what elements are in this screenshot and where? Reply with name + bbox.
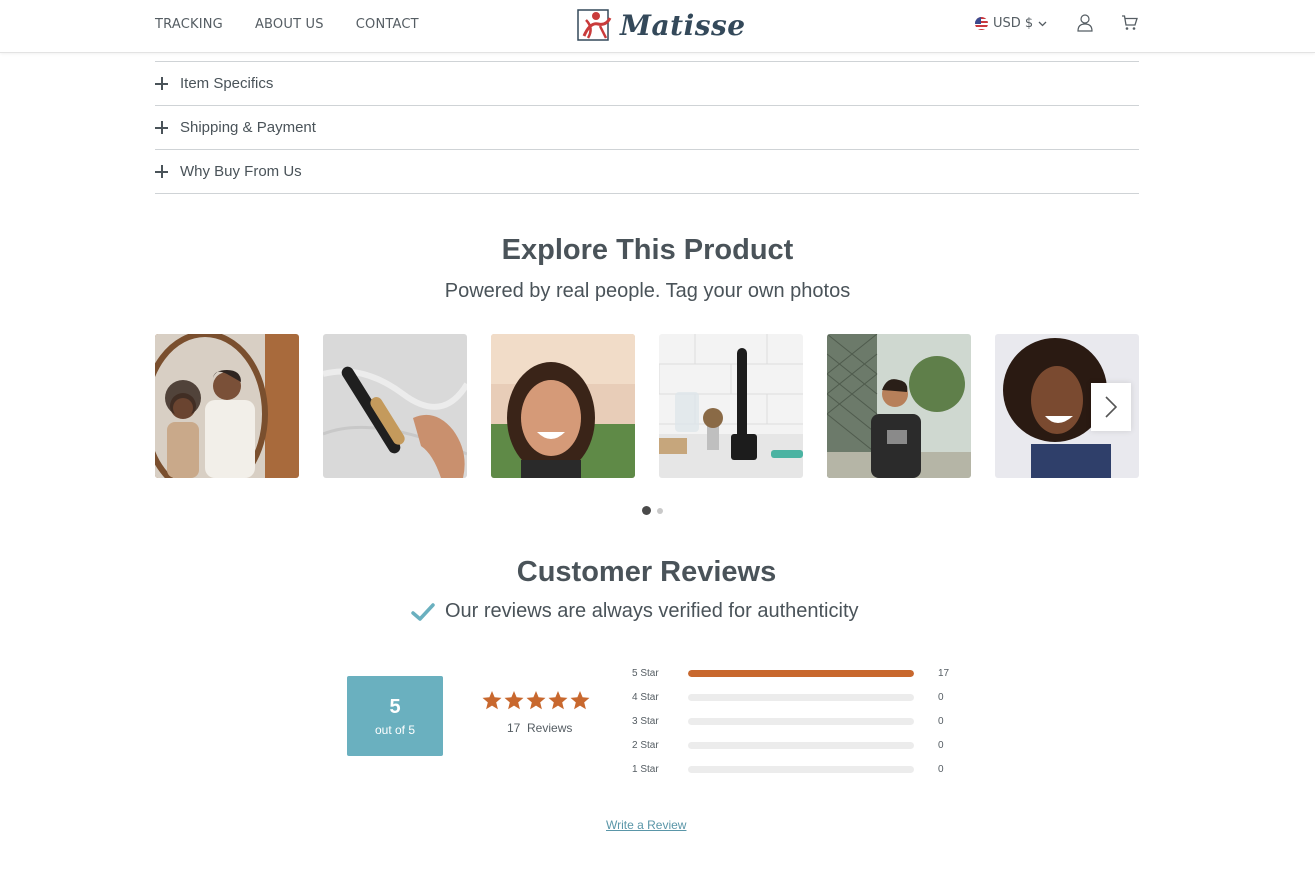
currency-selector[interactable]: USD $ (975, 16, 1047, 31)
product-accordion: Item Specifics Shipping & Payment Why Bu… (155, 61, 1139, 194)
nav-about-link[interactable]: ABOUT US (255, 17, 324, 32)
plus-icon (155, 77, 168, 90)
rating-row-4[interactable]: 4 Star 0 (632, 685, 952, 709)
rating-row-1[interactable]: 1 Star 0 (632, 757, 952, 781)
rating-label: 4 Star (632, 691, 659, 703)
rating-count: 0 (938, 715, 944, 727)
header-actions: USD $ (975, 14, 1138, 32)
chevron-right-icon (1105, 396, 1117, 418)
ugc-photo[interactable] (659, 334, 803, 478)
us-flag-icon (975, 17, 988, 30)
ugc-photo[interactable] (491, 334, 635, 478)
rating-label: 1 Star (632, 763, 659, 775)
nav-tracking-link[interactable]: TRACKING (155, 17, 223, 32)
pagination-dot-active[interactable] (642, 506, 651, 515)
star-icon (548, 691, 568, 710)
photo-image (155, 334, 299, 478)
ugc-photo-carousel (155, 334, 1139, 478)
rating-label: 3 Star (632, 715, 659, 727)
carousel-pagination (642, 506, 663, 515)
rating-bar (688, 741, 914, 749)
accordion-why-buy[interactable]: Why Buy From Us (155, 150, 1139, 194)
score-scale: out of 5 (374, 723, 416, 737)
carousel-next-button[interactable] (1091, 383, 1131, 431)
write-review-link[interactable]: Write a Review (606, 818, 686, 832)
rating-count: 0 (938, 739, 944, 751)
average-score-box: 5 out of 5 (347, 676, 443, 756)
accordion-item-specifics[interactable]: Item Specifics (155, 62, 1139, 106)
rating-count: 0 (938, 763, 944, 775)
nav-contact-link[interactable]: CONTACT (356, 17, 419, 32)
average-score: 5 (389, 696, 401, 718)
rating-label: 2 Star (632, 739, 659, 751)
star-icon (570, 691, 590, 710)
rating-count: 17 (938, 667, 950, 679)
accordion-label: Item Specifics (180, 75, 274, 92)
pagination-dot[interactable] (657, 507, 663, 514)
logo-mark-icon (577, 9, 612, 41)
star-icon (526, 691, 546, 710)
rating-row-2[interactable]: 2 Star 0 (632, 733, 952, 757)
accordion-shipping-payment[interactable]: Shipping & Payment (155, 106, 1139, 150)
ugc-photo[interactable] (323, 334, 467, 478)
photo-image (827, 334, 971, 478)
rating-bar (688, 693, 914, 701)
ugc-photo[interactable] (827, 334, 971, 478)
star-rating (482, 691, 590, 710)
ugc-photo[interactable] (155, 334, 299, 478)
rating-label: 5 Star (632, 667, 659, 679)
rating-breakdown: 5 Star 17 4 Star 0 3 Star 0 2 Star 0 1 S… (632, 661, 952, 781)
explore-subtitle: Powered by real people. Tag your own pho… (444, 280, 851, 302)
rating-row-3[interactable]: 3 Star 0 (632, 709, 952, 733)
verified-notice: Our reviews are always verified for auth… (411, 600, 859, 623)
site-logo[interactable]: Matisse (576, 8, 746, 42)
checkmark-icon (411, 602, 435, 621)
review-count: 17 Reviews (507, 721, 573, 735)
verified-text: Our reviews are always verified for auth… (445, 600, 859, 622)
main-nav: TRACKING ABOUT US CONTACT (155, 17, 419, 32)
accordion-label: Why Buy From Us (180, 163, 302, 180)
cart-icon[interactable] (1121, 15, 1138, 31)
site-header: TRACKING ABOUT US CONTACT Matisse USD $ (0, 0, 1315, 53)
rating-count: 0 (938, 691, 944, 703)
rating-bar (688, 669, 914, 677)
rating-bar (688, 765, 914, 773)
chevron-down-icon (1038, 21, 1047, 26)
photo-image (491, 334, 635, 478)
currency-label: USD $ (993, 16, 1034, 31)
star-icon (482, 691, 502, 710)
rating-bar-fill (688, 669, 914, 677)
plus-icon (155, 165, 168, 178)
user-icon[interactable] (1077, 14, 1093, 32)
plus-icon (155, 121, 168, 134)
accordion-label: Shipping & Payment (180, 119, 316, 136)
rating-row-5[interactable]: 5 Star 17 (632, 661, 952, 685)
photo-image (659, 334, 803, 478)
explore-title: Explore This Product (501, 234, 794, 266)
logo-text: Matisse (620, 8, 746, 42)
rating-bar (688, 717, 914, 725)
star-icon (504, 691, 524, 710)
photo-image (323, 334, 467, 478)
reviews-title: Customer Reviews (516, 556, 777, 588)
